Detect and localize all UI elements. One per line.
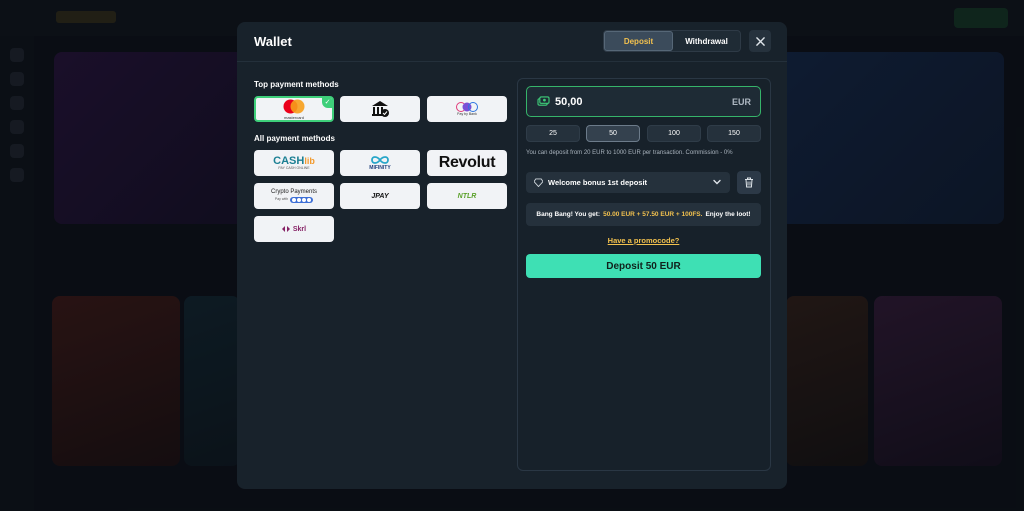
bonus-select-value: Welcome bonus 1st deposit	[548, 178, 648, 187]
quick-amount-100[interactable]: 100	[647, 125, 701, 142]
amount-value: 50,00	[555, 96, 583, 108]
deposit-submit-button[interactable]: Deposit 50 EUR	[526, 254, 761, 278]
bonus-message-suffix: Enjoy the loot!	[705, 211, 751, 218]
quick-amount-25[interactable]: 25	[526, 125, 580, 142]
bonus-message-amount: 50.00 EUR + 57.50 EUR + 100FS.	[603, 211, 703, 218]
quick-amount-150[interactable]: 150	[707, 125, 761, 142]
quick-amount-50[interactable]: 50	[586, 125, 640, 142]
amount-currency: EUR	[731, 97, 751, 107]
deposit-panel-content: 50,00 EUR 25 50 100 150 You can deposit …	[237, 22, 787, 489]
bonus-message: Bang Bang! You get: 50.00 EUR + 57.50 EU…	[526, 203, 761, 226]
promocode-link[interactable]: Have a promocode?	[526, 236, 761, 245]
remove-bonus-button[interactable]	[737, 171, 761, 194]
bonus-select[interactable]: Welcome bonus 1st deposit	[526, 172, 730, 193]
bonus-message-prefix: Bang Bang! You get:	[536, 211, 601, 218]
chevron-down-icon	[713, 179, 721, 185]
money-icon	[537, 96, 550, 106]
diamond-icon	[534, 178, 543, 187]
deposit-limits-info: You can deposit from 20 EUR to 1000 EUR …	[526, 150, 733, 156]
amount-input[interactable]: 50,00 EUR	[526, 86, 761, 117]
trash-icon	[745, 177, 753, 188]
